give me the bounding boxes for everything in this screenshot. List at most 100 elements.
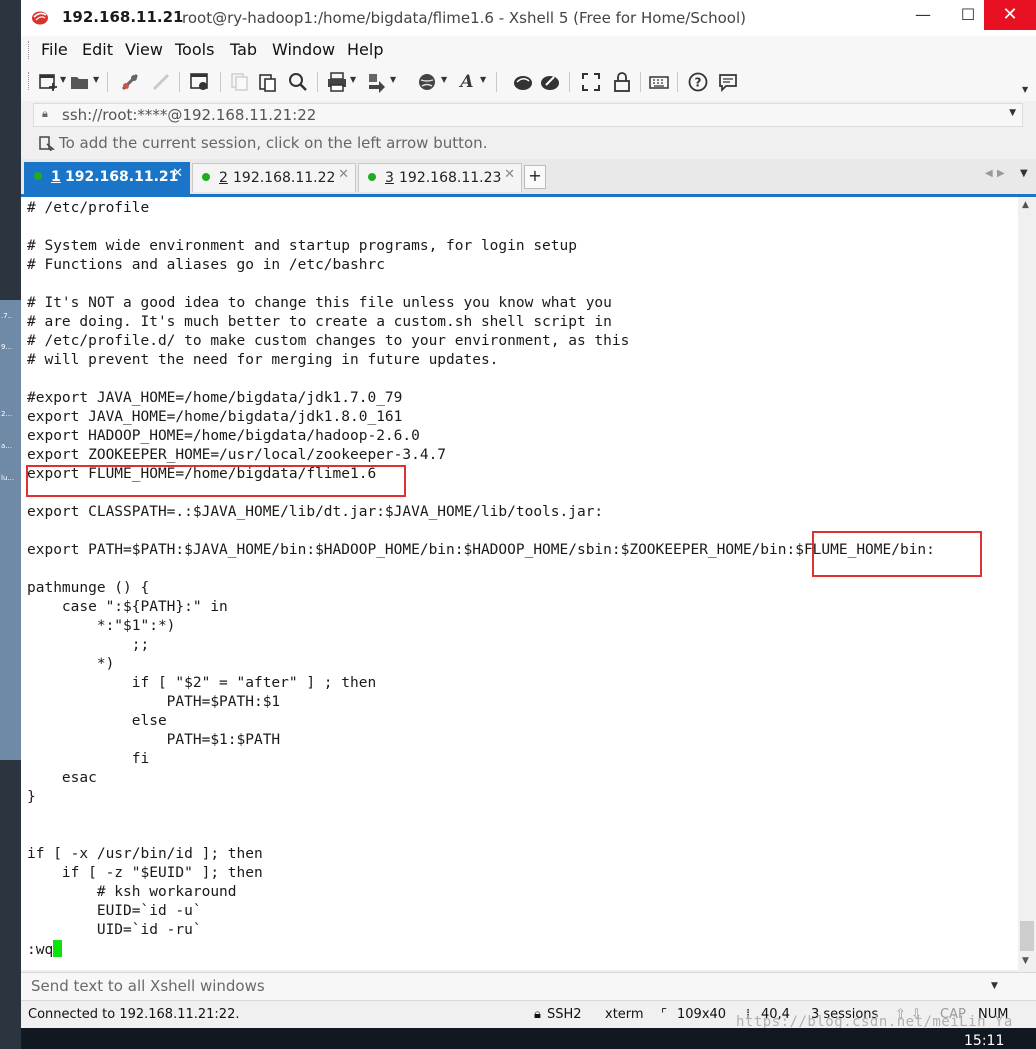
fullscreen-icon[interactable] bbox=[580, 71, 602, 93]
session-tab[interactable]: 3 192.168.11.23 ✕ bbox=[358, 163, 522, 192]
window-title: root@ry-hadoop1:/home/bigdata/flime1.6 -… bbox=[182, 9, 746, 27]
desktop-icon-label: a... bbox=[1, 442, 12, 450]
session-tab-bar: 1 192.168.11.21 ✕ 2 192.168.11.22 ✕ 3 19… bbox=[21, 159, 1036, 197]
send-text-bar[interactable]: Send text to all Xshell windows ▼ bbox=[21, 972, 1036, 1000]
toolbar-separator bbox=[640, 72, 641, 92]
tab-close-icon[interactable]: ✕ bbox=[172, 166, 183, 181]
tab-host: 192.168.11.23 bbox=[399, 170, 502, 186]
chat-icon[interactable] bbox=[717, 71, 739, 93]
address-bar: 🔒︎ ssh://root:****@192.168.11.21:22 ▼ bbox=[21, 101, 1036, 127]
terminal-line: fi bbox=[27, 751, 150, 767]
paste-icon[interactable] bbox=[257, 71, 279, 93]
dropdown-arrow-icon[interactable]: ▼ bbox=[93, 75, 99, 84]
copy-icon[interactable] bbox=[229, 71, 251, 93]
terminal-size-status: 109x40 bbox=[677, 1007, 727, 1022]
menu-window[interactable]: Window bbox=[272, 40, 335, 59]
menu-tools[interactable]: Tools bbox=[175, 40, 214, 59]
terminal-type-status: xterm bbox=[605, 1007, 644, 1022]
send-target-dropdown-icon[interactable]: ▼ bbox=[991, 981, 998, 991]
terminal-line: # /etc/profile.d/ to make custom changes… bbox=[27, 333, 630, 349]
resize-icon: ⌜ bbox=[661, 1007, 668, 1022]
terminal-line: # ksh workaround bbox=[27, 884, 237, 900]
tab-number: 3 bbox=[385, 170, 394, 186]
add-tab-button[interactable]: + bbox=[524, 165, 546, 189]
toolbar-separator bbox=[179, 72, 180, 92]
font-icon[interactable]: A bbox=[456, 71, 478, 93]
dropdown-arrow-icon[interactable]: ▼ bbox=[60, 75, 66, 84]
toolbar-separator bbox=[569, 72, 570, 92]
new-session-icon[interactable] bbox=[38, 71, 60, 93]
session-tab[interactable]: 1 192.168.11.21 ✕ bbox=[24, 162, 190, 194]
dropdown-arrow-icon[interactable]: ▼ bbox=[350, 75, 356, 84]
close-button[interactable]: ✕ bbox=[984, 0, 1036, 30]
flume-home-highlight-box bbox=[26, 465, 406, 497]
globe-icon[interactable] bbox=[416, 71, 438, 93]
properties-icon[interactable] bbox=[189, 71, 211, 93]
transfer-icon[interactable] bbox=[366, 71, 388, 93]
terminal-line: ;; bbox=[27, 637, 150, 653]
title-bar[interactable]: 192.168.11.21 root@ry-hadoop1:/home/bigd… bbox=[21, 0, 1036, 36]
print-icon[interactable] bbox=[326, 71, 348, 93]
vertical-scrollbar[interactable]: ▲ ▼ bbox=[1018, 197, 1036, 970]
desktop-icons-strip bbox=[0, 300, 21, 760]
open-folder-icon[interactable] bbox=[69, 71, 91, 93]
window-title-host: 192.168.11.21 bbox=[62, 8, 184, 26]
terminal-line: PATH=$PATH:$1 bbox=[27, 694, 281, 710]
terminal-line: else bbox=[27, 713, 167, 729]
session-tab[interactable]: 2 192.168.11.22 ✕ bbox=[192, 163, 356, 192]
dropdown-arrow-icon[interactable]: ▼ bbox=[390, 75, 396, 84]
terminal-line: if [ "$2" = "after" ] ; then bbox=[27, 675, 377, 691]
dropdown-arrow-icon[interactable]: ▼ bbox=[480, 75, 486, 84]
address-input[interactable]: 🔒︎ ssh://root:****@192.168.11.21:22 ▼ bbox=[33, 103, 1023, 127]
terminal-line: *:"$1":*) bbox=[27, 618, 176, 634]
minimize-button[interactable]: — bbox=[901, 0, 945, 30]
desktop-icon-label: 9... bbox=[1, 343, 13, 351]
tab-close-icon[interactable]: ✕ bbox=[504, 167, 515, 182]
scroll-down-icon[interactable]: ▼ bbox=[1022, 956, 1029, 966]
help-icon[interactable]: ? bbox=[687, 71, 709, 93]
terminal-line: export ZOOKEEPER_HOME=/usr/local/zookeep… bbox=[27, 447, 447, 463]
dropdown-arrow-icon[interactable]: ▼ bbox=[441, 75, 447, 84]
send-text-input[interactable]: Send text to all Xshell windows bbox=[31, 977, 265, 995]
scroll-up-icon[interactable]: ▲ bbox=[1022, 200, 1029, 210]
menu-help[interactable]: Help bbox=[347, 40, 383, 59]
terminal-line: export JAVA_HOME=/home/bigdata/jdk1.8.0_… bbox=[27, 409, 403, 425]
add-session-arrow-icon[interactable] bbox=[39, 135, 56, 155]
address-dropdown-icon[interactable]: ▼ bbox=[1009, 108, 1016, 118]
menu-grip bbox=[28, 41, 31, 59]
session-hint-text: To add the current session, click on the… bbox=[59, 134, 488, 152]
terminal-line: # System wide environment and startup pr… bbox=[27, 238, 577, 254]
menu-file[interactable]: File bbox=[41, 40, 68, 59]
scrollbar-thumb[interactable] bbox=[1020, 921, 1034, 951]
connection-status: Connected to 192.168.11.21:22. bbox=[28, 1007, 240, 1022]
menu-view[interactable]: View bbox=[125, 40, 163, 59]
connected-status-dot bbox=[202, 173, 210, 181]
tab-scroll-right-icon[interactable]: ▶ bbox=[997, 168, 1005, 179]
keyboard-icon[interactable] bbox=[648, 71, 670, 93]
toolbar-overflow-icon[interactable]: ▼ bbox=[1022, 85, 1028, 94]
xshell-app-icon bbox=[32, 11, 48, 25]
disconnect-icon[interactable] bbox=[150, 71, 172, 93]
terminal-area[interactable]: # /etc/profile # System wide environment … bbox=[21, 197, 1036, 970]
terminal-line: } bbox=[27, 789, 36, 805]
compose-icon[interactable] bbox=[539, 71, 561, 93]
tab-host: 192.168.11.22 bbox=[233, 170, 336, 186]
command-line[interactable]: :wq bbox=[27, 940, 935, 959]
xftp-icon[interactable] bbox=[512, 71, 534, 93]
reconnect-icon[interactable] bbox=[119, 71, 141, 93]
find-icon[interactable] bbox=[287, 71, 309, 93]
terminal-output: # /etc/profile # System wide environment … bbox=[27, 199, 935, 959]
lock-icon[interactable] bbox=[611, 71, 633, 93]
tab-close-icon[interactable]: ✕ bbox=[338, 167, 349, 182]
toolbar: ▼ ▼ ▼ ▼ ▼ A ▼ ? ▼ bbox=[21, 63, 1036, 102]
menu-edit[interactable]: Edit bbox=[82, 40, 113, 59]
menu-tab[interactable]: Tab bbox=[230, 40, 257, 59]
tab-list-dropdown-icon[interactable]: ▼ bbox=[1020, 168, 1028, 179]
tab-scroll-left-icon[interactable]: ◀ bbox=[985, 168, 993, 179]
terminal-line: if [ -z "$EUID" ]; then bbox=[27, 865, 263, 881]
